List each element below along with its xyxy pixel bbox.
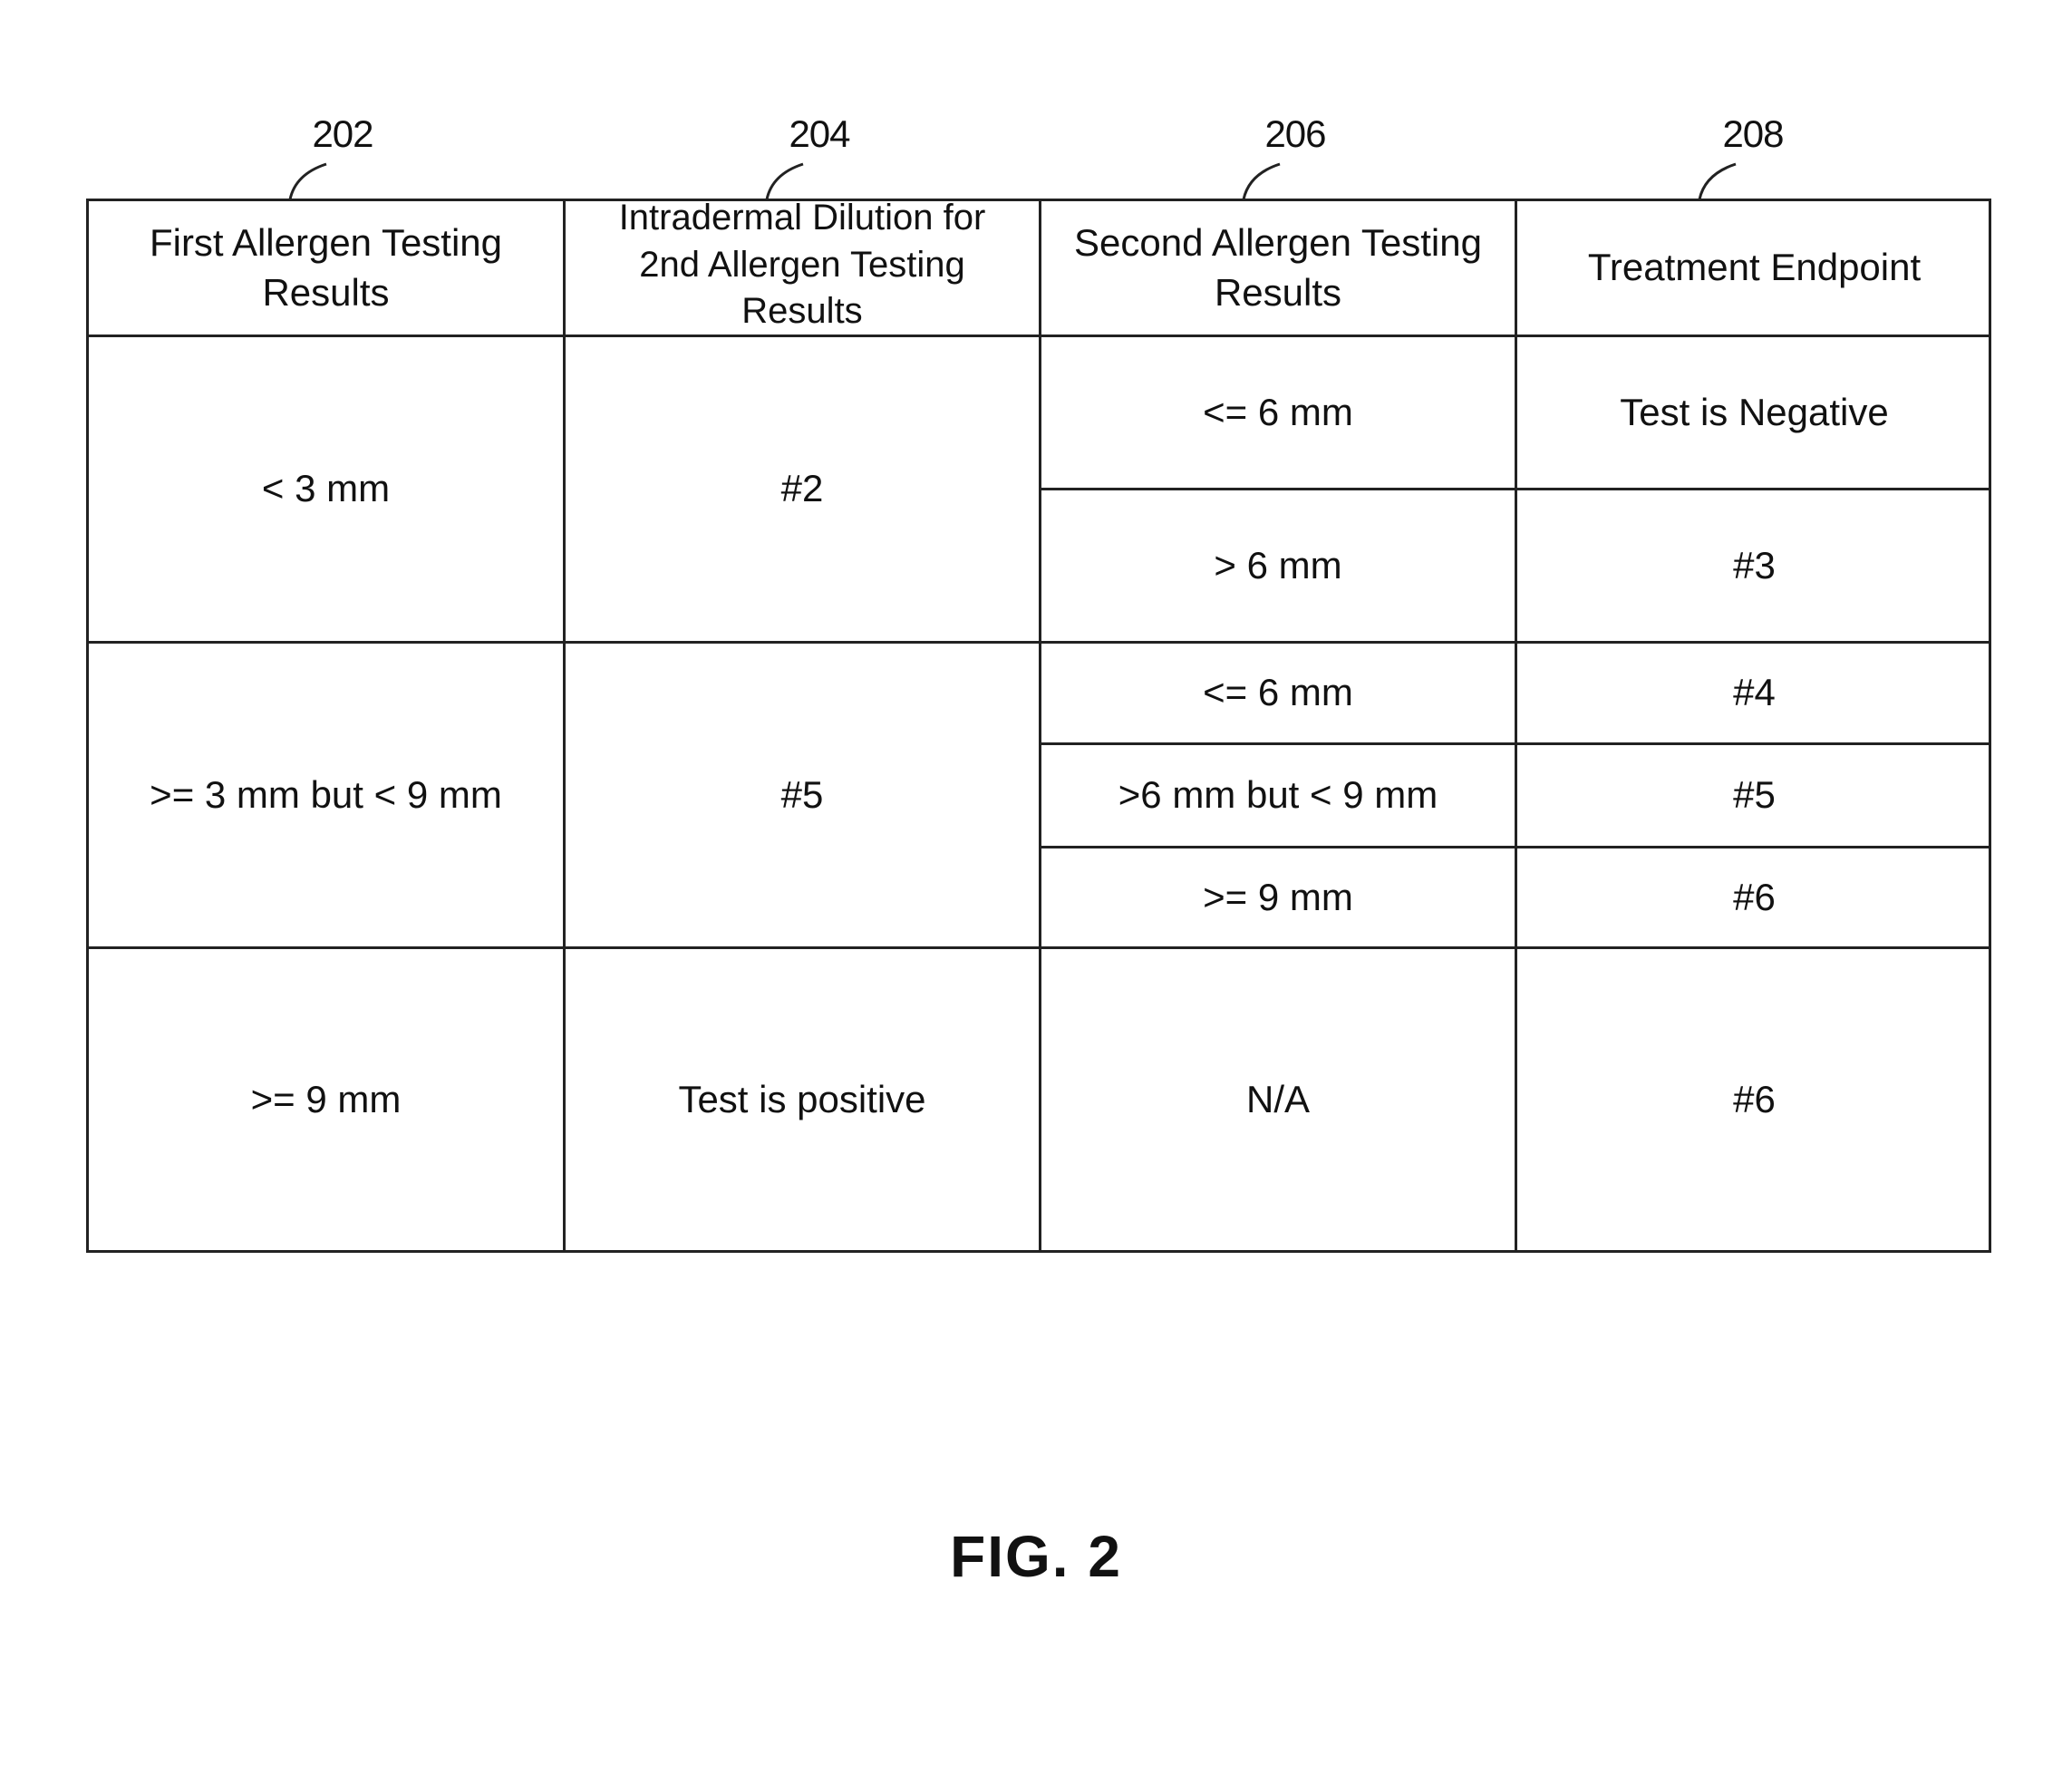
endpoint-cell: #4 [1517, 644, 1991, 745]
cell-text: #6 [1733, 1077, 1776, 1120]
leader-lines [288, 162, 1737, 200]
cell-text: >= 3 mm but < 9 mm [150, 772, 502, 816]
endpoint-cell: Test is Negative [1517, 337, 1991, 490]
endpoint-cell: #6 [1517, 949, 1991, 1250]
cell-text: #3 [1733, 543, 1776, 587]
dilution-cell: #5 [566, 644, 1041, 949]
header-treatment-endpoint: Treatment Endpoint [1517, 201, 1991, 337]
endpoint-cell: #6 [1517, 848, 1991, 949]
cell-text: >= 9 mm [1203, 875, 1353, 918]
header-label: Intradermal Dilution for 2nd Allergen Te… [618, 198, 986, 331]
second-result-cell: >6 mm but < 9 mm [1041, 745, 1517, 848]
header-intradermal-dilution: Intradermal Dilution for 2nd Allergen Te… [566, 198, 1041, 337]
first-result-cell: >= 3 mm but < 9 mm [89, 644, 566, 949]
endpoint-cell: #3 [1517, 490, 1991, 644]
first-result-cell: >= 9 mm [89, 949, 566, 1250]
second-result-cell: <= 6 mm [1041, 337, 1517, 490]
header-second-allergen-testing-results: Second Allergen Testing Results [1041, 201, 1517, 337]
dilution-cell: Test is positive [566, 949, 1041, 1250]
figure-label: FIG. 2 [950, 1524, 1122, 1589]
leader-line-204 [765, 162, 804, 200]
cell-text: Test is positive [678, 1077, 926, 1120]
cell-text: > 6 mm [1214, 543, 1342, 587]
dilution-cell: #2 [566, 337, 1041, 644]
second-result-cell: <= 6 mm [1041, 644, 1517, 745]
cell-text: < 3 mm [261, 467, 391, 510]
cell-text: #5 [780, 772, 824, 816]
header-label: First Allergen Testing Results [149, 220, 503, 314]
leader-line-202 [288, 162, 327, 200]
endpoint-cell: #5 [1517, 745, 1991, 848]
cell-text: <= 6 mm [1203, 671, 1353, 714]
cell-text: >= 9 mm [250, 1077, 402, 1120]
leader-line-208 [1698, 162, 1737, 200]
cell-text: #6 [1733, 875, 1776, 918]
header-first-allergen-testing-results: First Allergen Testing Results [89, 201, 566, 337]
header-label: Second Allergen Testing Results [1074, 220, 1482, 314]
second-result-cell: N/A [1041, 949, 1517, 1250]
second-result-cell: >= 9 mm [1041, 848, 1517, 949]
cell-text: N/A [1245, 1077, 1310, 1120]
first-result-cell: < 3 mm [89, 337, 566, 644]
cell-text: #2 [780, 467, 824, 510]
cell-text: Test is Negative [1620, 390, 1889, 433]
cell-text: <= 6 mm [1203, 390, 1353, 433]
cell-text: #5 [1733, 773, 1776, 817]
second-result-cell: > 6 mm [1041, 490, 1517, 644]
cell-text: #4 [1733, 671, 1776, 714]
leader-line-206 [1242, 162, 1281, 200]
allergen-testing-table: First Allergen Testing Results Intraderm… [86, 198, 1991, 1253]
cell-text: >6 mm but < 9 mm [1118, 773, 1438, 817]
header-label: Treatment Endpoint [1587, 246, 1922, 289]
